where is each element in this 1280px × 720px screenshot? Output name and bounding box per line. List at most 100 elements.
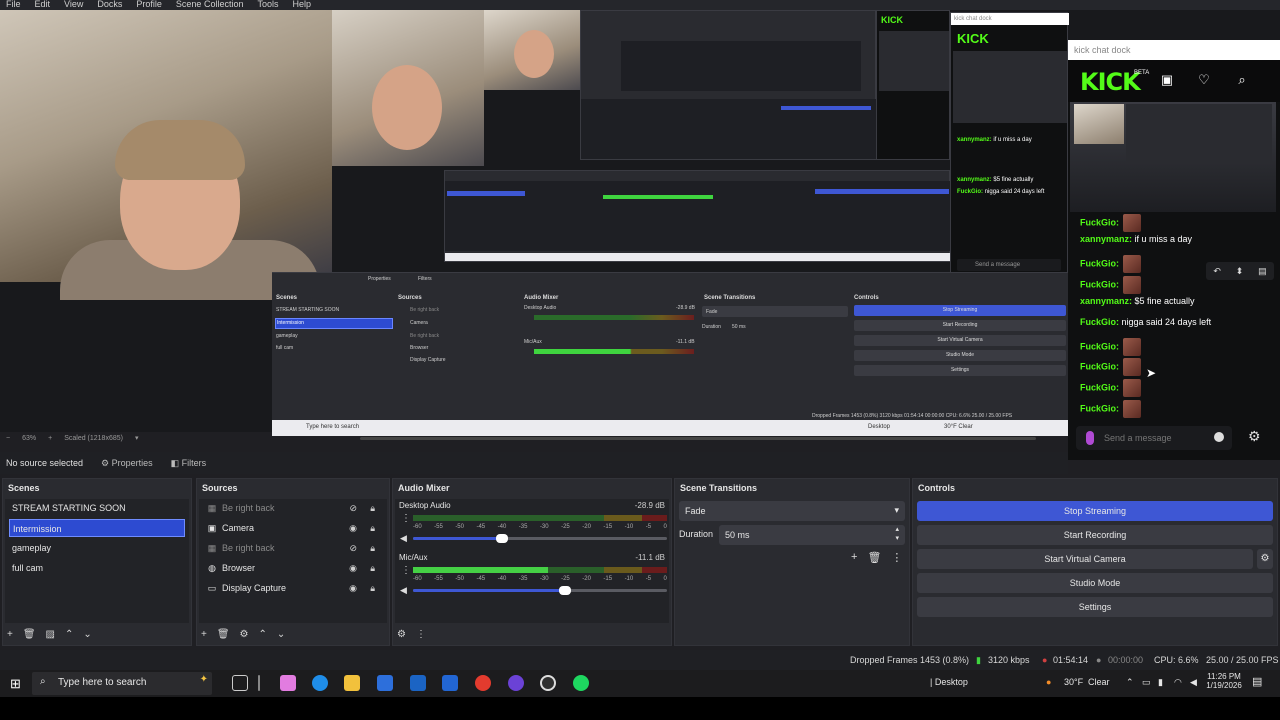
- add-source-button[interactable]: +: [201, 629, 207, 640]
- remove-scene-button[interactable]: 🗑: [23, 629, 36, 640]
- start-recording-button[interactable]: Start Recording: [917, 525, 1273, 545]
- speaker-icon[interactable]: ◀: [1190, 677, 1197, 688]
- preview-horizontal-scrollbar[interactable]: [360, 437, 1036, 440]
- lock-icon[interactable]: 🔒︎: [370, 519, 375, 537]
- obs-icon[interactable]: [540, 675, 556, 691]
- zoom-out-button[interactable]: −: [6, 435, 10, 442]
- scene-item-selected[interactable]: Intermission: [9, 519, 185, 537]
- move-up-button[interactable]: ⌃: [259, 629, 267, 640]
- move-up-button[interactable]: ⌃: [65, 629, 73, 640]
- zoom-in-button[interactable]: +: [48, 435, 52, 442]
- task-view-icon[interactable]: [232, 675, 248, 691]
- transition-select[interactable]: Fade ▾: [679, 501, 905, 521]
- scene-item[interactable]: full cam: [9, 559, 185, 577]
- chat-message[interactable]: FuckGio:: [1080, 400, 1142, 418]
- lock-icon[interactable]: 🔒︎: [370, 559, 375, 577]
- menu-profile[interactable]: Profile: [136, 0, 162, 10]
- copilot-icon[interactable]: [280, 675, 296, 691]
- remove-transition-button[interactable]: 🗑: [867, 551, 881, 564]
- source-properties-gear-icon[interactable]: ⚙: [240, 629, 249, 640]
- speaker-icon[interactable]: ◀: [400, 533, 407, 544]
- chat-username[interactable]: FuckGio:: [1080, 382, 1119, 392]
- windows-start-icon[interactable]: ⊞: [10, 676, 21, 692]
- heart-icon[interactable]: ♡: [1196, 72, 1212, 88]
- chat-message[interactable]: FuckGio:: [1080, 358, 1142, 376]
- source-item[interactable]: ▣ Camera ◉ 🔒︎: [203, 519, 383, 537]
- move-down-button[interactable]: ⌄: [83, 629, 91, 640]
- wifi-icon[interactable]: ◠: [1174, 677, 1182, 688]
- lock-icon[interactable]: 🔒︎: [370, 539, 375, 557]
- duration-spinbox[interactable]: 50 ms ▴ ▾: [719, 525, 905, 545]
- reply-icon[interactable]: ↶: [1213, 266, 1221, 277]
- chat-settings-gear-icon[interactable]: ⚙: [1248, 428, 1261, 445]
- emoji-icon[interactable]: [1214, 432, 1224, 442]
- outlook-icon[interactable]: [410, 675, 426, 691]
- volume-slider[interactable]: [413, 586, 667, 595]
- add-scene-button[interactable]: +: [7, 629, 13, 640]
- move-down-button[interactable]: ⌄: [277, 629, 285, 640]
- stop-streaming-button[interactable]: Stop Streaming: [917, 501, 1273, 521]
- chat-message[interactable]: FuckGio:: [1080, 379, 1142, 397]
- chat-message[interactable]: FuckGio: nigga said 24 days left: [1080, 317, 1211, 328]
- trash-icon[interactable]: ▤: [1258, 266, 1267, 277]
- remove-source-button[interactable]: 🗑: [217, 629, 230, 640]
- desktop-toolbar[interactable]: | Desktop: [930, 677, 968, 687]
- photos-icon[interactable]: [377, 675, 393, 691]
- chat-message[interactable]: FuckGio:: [1080, 276, 1142, 294]
- chevron-down-icon[interactable]: ▾: [135, 434, 139, 442]
- tray-chevron-up-icon[interactable]: ⌃: [1126, 677, 1134, 688]
- menu-help[interactable]: Help: [292, 0, 311, 10]
- pin-icon[interactable]: ⬍: [1236, 266, 1244, 277]
- chat-username[interactable]: FuckGio:: [1080, 317, 1119, 327]
- chat-message[interactable]: xannymanz: if u miss a day: [1080, 234, 1192, 245]
- store-icon[interactable]: [442, 675, 458, 691]
- chat-username[interactable]: FuckGio:: [1080, 217, 1119, 227]
- scene-item[interactable]: STREAM STARTING SOON: [9, 499, 185, 517]
- add-transition-button[interactable]: +: [851, 551, 857, 564]
- mic-icon[interactable]: ▮: [1158, 677, 1163, 688]
- virtual-camera-gear-icon[interactable]: ⚙: [1257, 549, 1273, 569]
- chat-username[interactable]: FuckGio:: [1080, 361, 1119, 371]
- menu-view[interactable]: View: [64, 0, 83, 10]
- menu-edit[interactable]: Edit: [35, 0, 51, 10]
- channel-menu-icon[interactable]: ⋮: [401, 565, 411, 576]
- lock-icon[interactable]: 🔒︎: [370, 499, 375, 517]
- source-item[interactable]: ◍ Browser ◉ 🔒︎: [203, 559, 383, 577]
- notifications-icon[interactable]: ▤: [1252, 675, 1262, 688]
- start-virtual-camera-button[interactable]: Start Virtual Camera: [917, 549, 1253, 569]
- file-explorer-icon[interactable]: [344, 675, 360, 691]
- transition-menu-icon[interactable]: ⋮: [891, 551, 902, 564]
- channel-menu-icon[interactable]: ⋮: [401, 513, 411, 524]
- weather-condition[interactable]: Clear: [1088, 677, 1110, 687]
- volume-slider[interactable]: [413, 534, 667, 543]
- chat-message[interactable]: FuckGio:: [1080, 338, 1142, 356]
- scaling-dropdown[interactable]: Scaled (1218x685): [64, 435, 123, 442]
- menu-scene-collection[interactable]: Scene Collection: [176, 0, 244, 10]
- eye-hidden-icon[interactable]: ⊘: [349, 539, 357, 557]
- eye-icon[interactable]: ◉: [349, 579, 357, 597]
- filters-button[interactable]: ◧ Filters: [171, 458, 207, 469]
- app-icon[interactable]: [508, 675, 524, 691]
- speaker-icon[interactable]: ◀: [400, 585, 407, 596]
- weather-temp[interactable]: 30°F: [1064, 677, 1083, 687]
- network-icon[interactable]: ▭: [1142, 677, 1151, 688]
- volume-slider-knob[interactable]: [559, 586, 572, 595]
- volume-slider-knob[interactable]: [495, 534, 508, 543]
- kick-logo[interactable]: KICK: [1080, 68, 1141, 96]
- chat-message-input[interactable]: [1104, 431, 1214, 445]
- chat-username[interactable]: xannymanz:: [1080, 296, 1132, 306]
- mic-icon[interactable]: [1086, 431, 1094, 445]
- eye-icon[interactable]: ◉: [349, 559, 357, 577]
- menu-tools[interactable]: Tools: [257, 0, 278, 10]
- chat-username[interactable]: FuckGio:: [1080, 279, 1119, 289]
- menu-file[interactable]: File: [6, 0, 21, 10]
- chrome-icon[interactable]: [475, 675, 491, 691]
- scene-item[interactable]: gameplay: [9, 539, 185, 557]
- clock[interactable]: 11:26 PM 1/19/2026: [1204, 672, 1244, 690]
- advanced-audio-properties-gear-icon[interactable]: ⚙: [397, 629, 406, 640]
- calendar-icon[interactable]: ▣: [1159, 72, 1175, 88]
- source-item[interactable]: ▭ Display Capture ◉ 🔒︎: [203, 579, 383, 597]
- spotify-icon[interactable]: [573, 675, 589, 691]
- eye-icon[interactable]: ◉: [349, 519, 357, 537]
- source-item[interactable]: ▦ Be right back ⊘ 🔒︎: [203, 539, 383, 557]
